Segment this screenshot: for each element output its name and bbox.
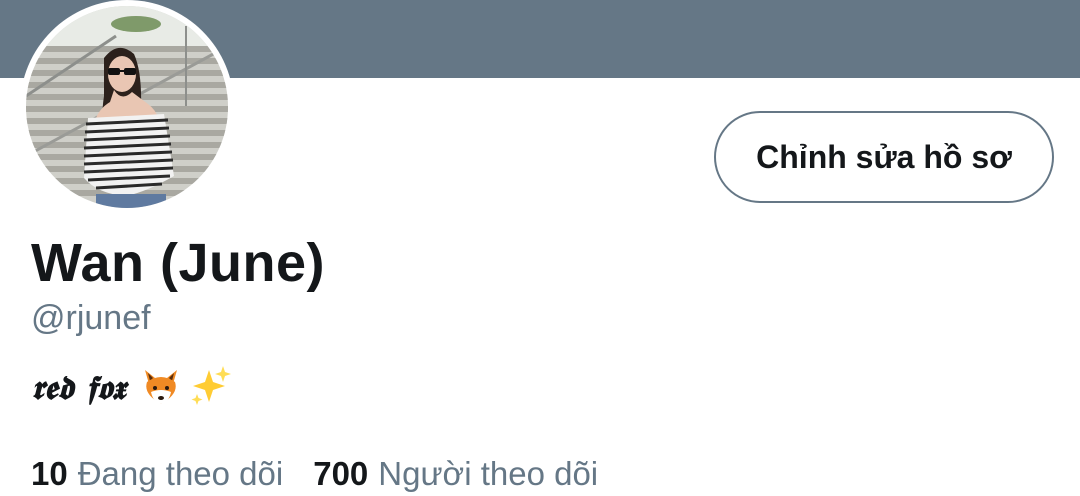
- avatar-photo: [26, 6, 228, 208]
- user-handle: @rjunef: [31, 299, 151, 337]
- display-name: Wan (June): [31, 233, 325, 293]
- followers-link[interactable]: 700 Người theo dõi: [313, 455, 598, 493]
- bio: 𝖗𝖊𝖉 𝖋𝖔𝖝: [31, 363, 233, 413]
- following-label: Đang theo dõi: [77, 455, 284, 492]
- avatar[interactable]: [20, 0, 234, 214]
- fox-emoji-icon: [139, 364, 183, 413]
- bio-text: 𝖗𝖊𝖉 𝖋𝖔𝖝: [31, 368, 126, 407]
- following-link[interactable]: 10 Đang theo dõi: [31, 455, 283, 493]
- edit-profile-button[interactable]: Chỉnh sửa hồ sơ: [714, 111, 1054, 203]
- follow-stats: 10 Đang theo dõi 700 Người theo dõi: [31, 455, 598, 493]
- profile-page: Chỉnh sửa hồ sơ Wan (June) @rjunef 𝖗𝖊𝖉 𝖋…: [0, 0, 1080, 496]
- sparkles-icon: [189, 364, 233, 413]
- following-count: 10: [31, 455, 68, 492]
- followers-label: Người theo dõi: [378, 455, 599, 492]
- followers-count: 700: [313, 455, 369, 492]
